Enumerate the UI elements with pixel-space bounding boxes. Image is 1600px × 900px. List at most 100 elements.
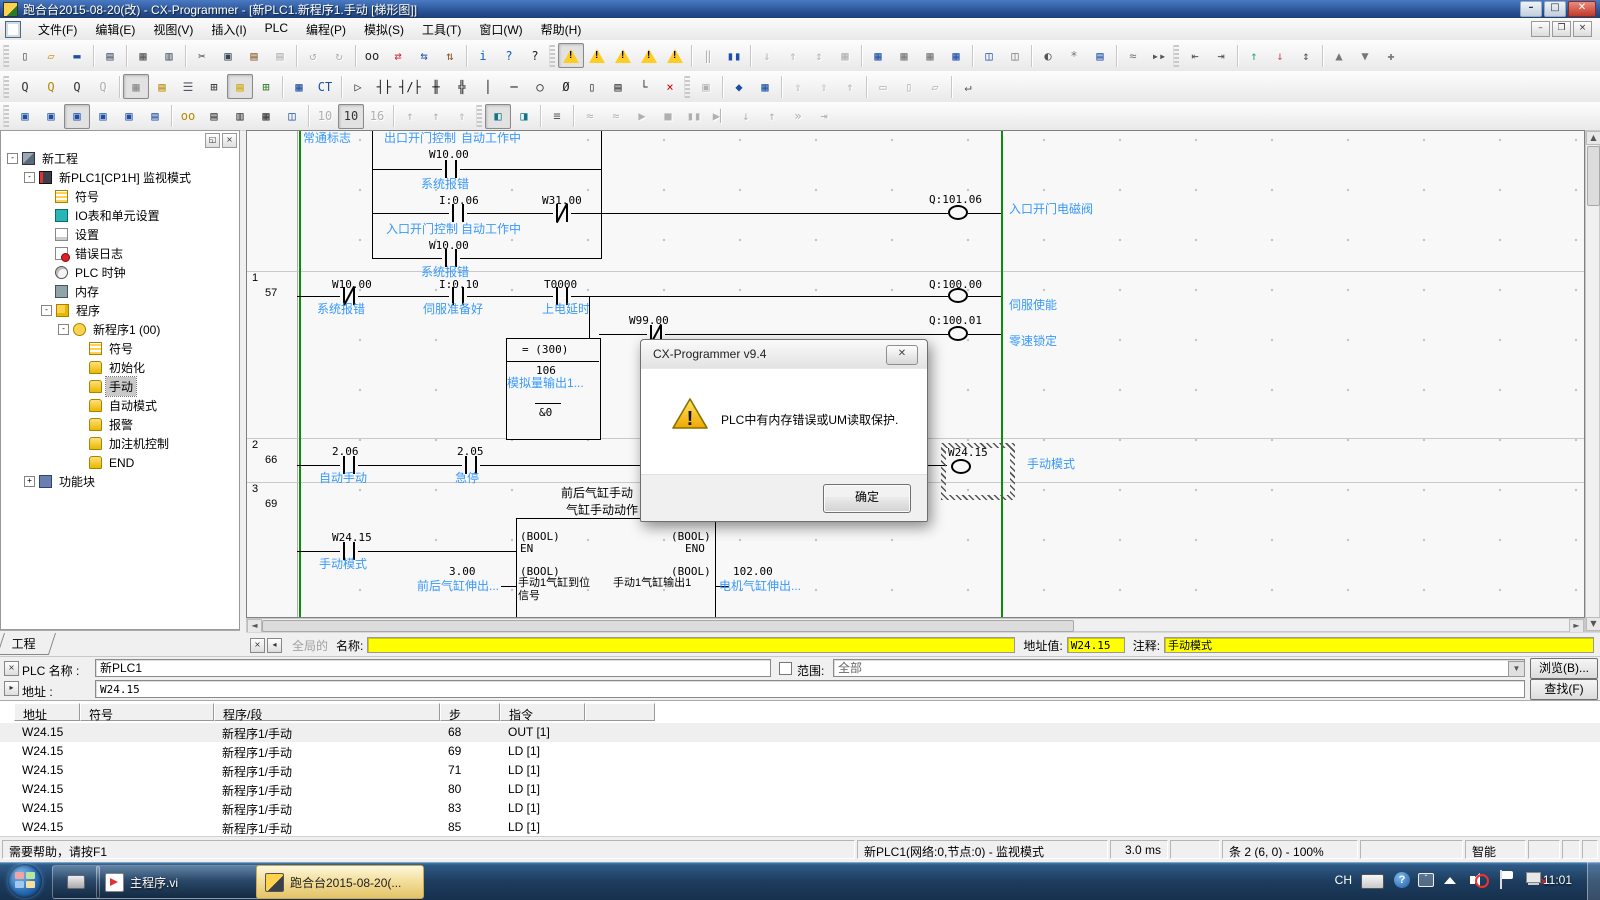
toolbar-handle[interactable] [549, 45, 555, 67]
simulator-pause-icon[interactable]: ▮▮ [681, 104, 707, 129]
differential-monitor-icon[interactable]: ▭ [870, 74, 896, 99]
menu-item[interactable]: 插入(I) [202, 18, 255, 41]
step-out-icon[interactable]: ↑ [759, 104, 785, 129]
fb-parameter-icon[interactable]: └ [631, 74, 657, 99]
new-coil-icon[interactable]: ○ [527, 74, 553, 99]
horizontal-scrollbar[interactable]: ◄ ► [246, 618, 1585, 632]
tree-item-新PLC1[CP1H] 监视模式[interactable]: -新PLC1[CP1H] 监视模式 [1, 168, 239, 187]
add-icon[interactable]: ✚ [1378, 43, 1404, 68]
start-button[interactable] [8, 864, 42, 898]
tree-item-PLC 时钟[interactable]: PLC 时钟 [1, 263, 239, 282]
new-file-icon[interactable]: ▯ [12, 43, 38, 68]
window-watch-icon[interactable]: ▣ [116, 104, 142, 129]
continuous-step-icon[interactable]: » [785, 104, 811, 129]
cross-reference-icon[interactable]: ≈ [1120, 43, 1146, 68]
window-cascade-icon[interactable]: ▣ [12, 104, 38, 129]
paste-special-icon[interactable]: ▤ [267, 43, 293, 68]
run-to-break-icon[interactable]: ⇥ [811, 104, 837, 129]
menu-item[interactable]: 工具(T) [413, 18, 470, 41]
toolbar-handle[interactable] [1173, 45, 1179, 67]
plc-settings-icon[interactable]: ▦ [891, 43, 917, 68]
menu-item[interactable]: PLC [256, 18, 297, 41]
table-row[interactable]: W24.15新程序1/手动83LD [1] [0, 799, 1600, 818]
tree-item-符号[interactable]: 符号 [1, 187, 239, 206]
save-icon[interactable]: ▬ [64, 43, 90, 68]
watch-close-button[interactable]: × [250, 638, 265, 653]
io-table-icon[interactable]: ▦ [865, 43, 891, 68]
monitor-window-icon[interactable]: ◧ [485, 104, 511, 129]
dialog-close-button[interactable]: ✕ [886, 345, 918, 365]
simulator-stop-icon[interactable]: ■ [655, 104, 681, 129]
cut-icon[interactable]: ✂ [189, 43, 215, 68]
browse-button[interactable]: 浏览(B)... [1530, 658, 1598, 679]
zoom-out-icon[interactable]: Q [64, 74, 90, 99]
monitor-window-2-icon[interactable]: ◨ [511, 104, 537, 129]
online-edit-begin-icon[interactable]: ▣ [693, 74, 719, 99]
memory-view-icon[interactable]: ▦ [917, 43, 943, 68]
tree-item-新程序1 (00)[interactable]: -新程序1 (00) [1, 320, 239, 339]
toolbar-handle[interactable] [3, 45, 9, 67]
tree-expand-toggle[interactable]: - [58, 324, 69, 335]
monitor-in-rung-icon[interactable]: ⊞ [253, 74, 279, 99]
tree-item-设置[interactable]: 设置 [1, 225, 239, 244]
tree-item-IO表和单元设置[interactable]: IO表和单元设置 [1, 206, 239, 225]
redo-icon[interactable]: ↻ [326, 43, 352, 68]
online-edit-grid-icon[interactable]: ▦ [752, 74, 778, 99]
download-icon[interactable]: ⇓ [754, 43, 780, 68]
window-tile-icon[interactable]: ▣ [38, 104, 64, 129]
delete-icon[interactable]: × [657, 74, 683, 99]
new-instruction-icon[interactable]: ▯ [579, 74, 605, 99]
menu-item[interactable]: 文件(F) [29, 18, 86, 41]
signed-decimal-display-icon[interactable]: 10 [338, 104, 364, 129]
zoom-fit-icon[interactable]: Q [90, 74, 116, 99]
binary-view-icon[interactable]: ◫ [279, 104, 305, 129]
network-error-icon[interactable]: × [1524, 871, 1544, 887]
zoom-in-icon[interactable]: Q [38, 74, 64, 99]
tree-item-END[interactable]: END [1, 453, 239, 472]
options-icon[interactable]: * [1061, 43, 1087, 68]
select-mode-icon[interactable]: ▷ [345, 74, 371, 99]
horizontal-line-icon[interactable]: ─ [501, 74, 527, 99]
plc-name-field[interactable]: 新PLC1 [95, 659, 771, 677]
toolbar-handle[interactable] [684, 76, 690, 98]
keyboard-icon[interactable] [1361, 874, 1384, 889]
window-output-icon[interactable]: ▤ [142, 104, 168, 129]
find-expand-button[interactable]: ▸ [4, 681, 19, 696]
find-bit-icon[interactable]: ⇅ [437, 43, 463, 68]
address-field[interactable]: W24.15 [95, 680, 1525, 698]
menu-item[interactable]: 视图(V) [144, 18, 202, 41]
show-hidden-icons[interactable] [1444, 877, 1456, 884]
rung-number[interactable]: 66 [265, 454, 277, 466]
step-run-icon[interactable]: ▶▏ [707, 104, 733, 129]
new-or-contact-icon[interactable]: ╫ [423, 74, 449, 99]
cross-reference-popup-icon[interactable]: oo [175, 104, 201, 129]
work-online-simulator-icon[interactable] [584, 43, 610, 68]
comment-field[interactable]: 手动模式 [1164, 637, 1594, 653]
open-file-icon[interactable]: ▱ [38, 43, 64, 68]
rung-number[interactable]: 1 [252, 272, 258, 284]
clock[interactable]: 11:01 [1543, 873, 1572, 887]
online-edit-send-icon[interactable]: ⇪ [785, 74, 811, 99]
online-edit-cancel-icon[interactable]: ⇪ [811, 74, 837, 99]
column-header-步[interactable]: 步 [440, 703, 500, 721]
find-next-icon[interactable]: ⇆ [411, 43, 437, 68]
column-header-符号[interactable]: 符号 [80, 703, 214, 721]
tree-item-符号[interactable]: 符号 [1, 339, 239, 358]
copy-icon[interactable]: ▣ [215, 43, 241, 68]
tree-expand-toggle[interactable]: - [41, 305, 52, 316]
window-session-icon[interactable]: ˆ [1418, 873, 1434, 887]
panel-close-button[interactable]: × [222, 133, 237, 148]
decimal-display-icon[interactable]: 10 [312, 104, 338, 129]
output-coil[interactable] [948, 205, 968, 220]
name-field[interactable] [367, 637, 1015, 653]
range-dropdown-arrow[interactable]: ▼ [1508, 661, 1525, 677]
menu-item[interactable]: 帮助(H) [532, 18, 591, 41]
print-icon[interactable]: ▦ [130, 43, 156, 68]
force-cancel-icon[interactable]: ⇑ [449, 104, 475, 129]
tree-expand-toggle[interactable]: - [24, 172, 35, 183]
pause-icon[interactable]: ▮▮ [721, 43, 747, 68]
sma-view-icon[interactable]: ▦ [286, 74, 312, 99]
delete-rung-icon[interactable]: ↕ [1293, 43, 1319, 68]
menu-item[interactable]: 编辑(E) [86, 18, 144, 41]
step-in-icon[interactable]: ↓ [733, 104, 759, 129]
